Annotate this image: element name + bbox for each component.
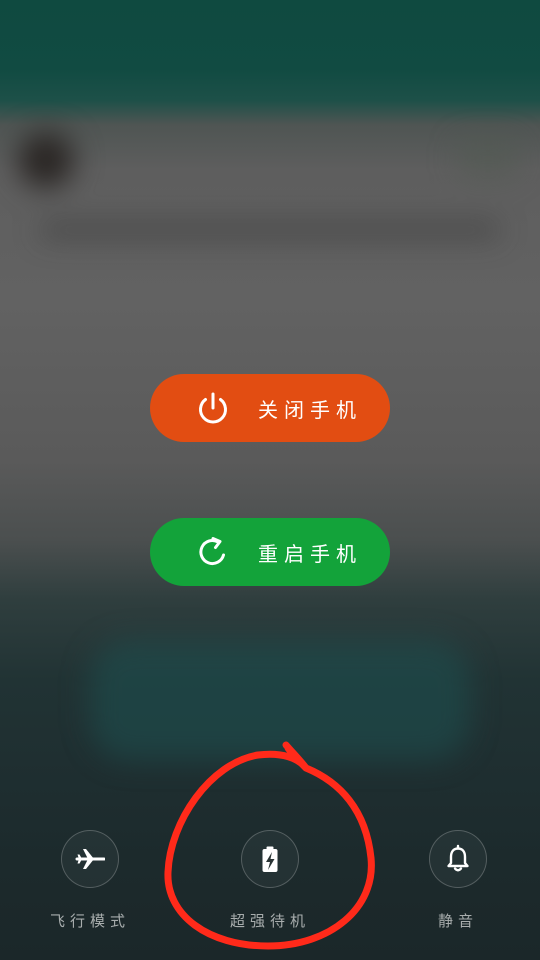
airplane-icon	[75, 849, 105, 869]
super-standby-label: 超强待机	[229, 912, 310, 930]
restart-icon	[199, 537, 225, 565]
power-menu-screen: 关闭手机 重启手机 飞行模式 超强待机 静音	[0, 0, 540, 960]
restart-button[interactable]: 重启手机	[150, 518, 390, 586]
airplane-mode-label: 飞行模式	[49, 912, 130, 930]
shutdown-button[interactable]: 关闭手机	[150, 374, 390, 442]
restart-label: 重启手机	[258, 541, 362, 566]
blurred-avatar	[18, 132, 74, 188]
silent-mode-toggle[interactable]: 静音	[383, 830, 533, 931]
super-standby-button[interactable]	[241, 830, 299, 888]
power-icon	[199, 392, 227, 424]
blurred-teal-area	[90, 640, 470, 760]
super-standby-toggle[interactable]: 超强待机	[195, 830, 345, 931]
blurred-background	[0, 0, 540, 960]
bell-icon	[447, 844, 469, 872]
shutdown-label: 关闭手机	[258, 397, 362, 422]
blurred-corner-element	[458, 140, 518, 176]
hand-drawn-circle-annotation	[164, 741, 375, 950]
airplane-mode-toggle[interactable]: 飞行模式	[15, 830, 165, 931]
silent-mode-label: 静音	[437, 912, 478, 930]
battery-bolt-icon	[262, 846, 278, 872]
silent-mode-button[interactable]	[429, 830, 487, 888]
airplane-mode-button[interactable]	[61, 830, 119, 888]
blurred-text-line	[40, 222, 500, 238]
